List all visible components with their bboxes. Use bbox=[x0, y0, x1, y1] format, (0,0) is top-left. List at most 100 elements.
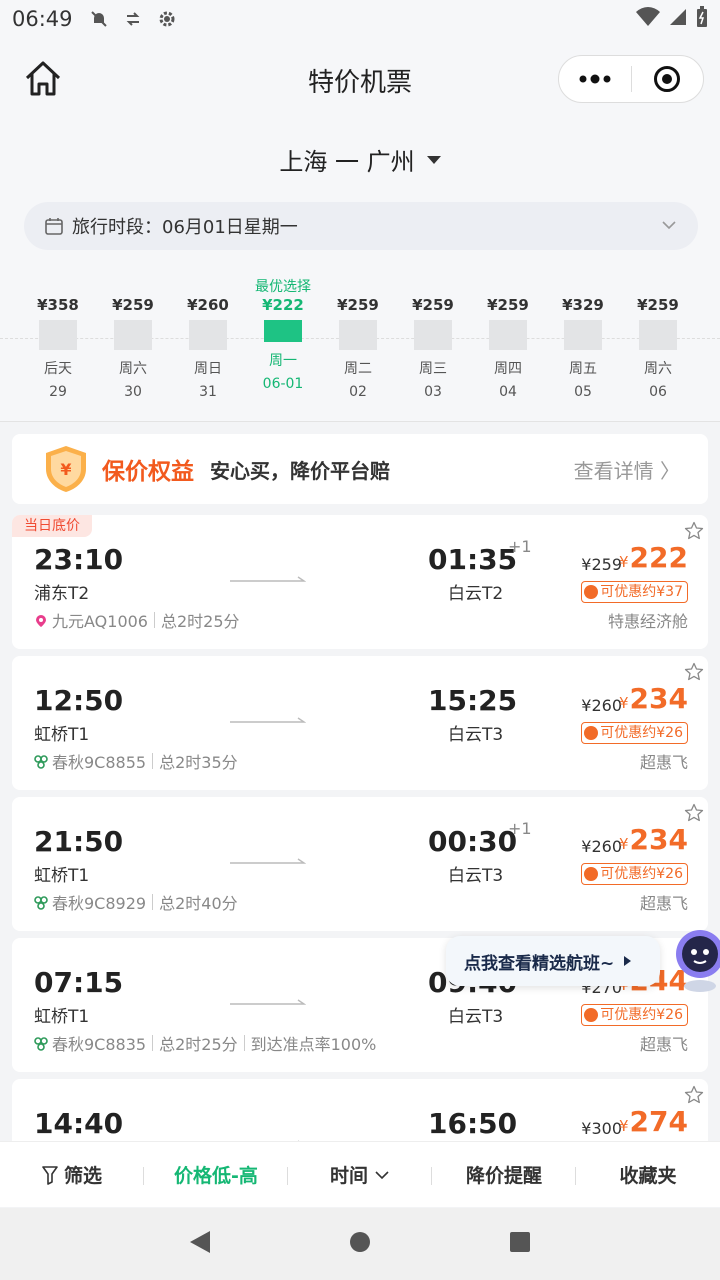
original-price: ¥260 bbox=[581, 696, 622, 715]
recents-icon[interactable] bbox=[508, 1230, 532, 1258]
meta-divider bbox=[153, 612, 155, 628]
departure-time: 12:50 bbox=[34, 684, 124, 717]
discount-label: 可优惠约¥37 bbox=[600, 584, 683, 600]
on-time-rate: 到达准点率100% bbox=[250, 1035, 377, 1054]
star-icon[interactable] bbox=[684, 521, 704, 541]
assistant-robot-icon[interactable] bbox=[670, 924, 720, 994]
airline-logo-icon bbox=[34, 613, 48, 627]
meta-divider bbox=[152, 1035, 154, 1051]
close-target-icon[interactable] bbox=[632, 55, 704, 103]
airline-flight-no: 春秋9C8835 bbox=[52, 1035, 147, 1054]
yen-symbol: ¥ bbox=[619, 694, 629, 712]
flight-arrow-icon bbox=[230, 1131, 306, 1141]
price-bar bbox=[564, 320, 602, 350]
yen-symbol: ¥ bbox=[619, 553, 629, 571]
price-bar bbox=[264, 320, 302, 342]
featured-flights-bubble[interactable]: 点我查看精选航班~ bbox=[446, 936, 660, 986]
notification-off-icon bbox=[87, 9, 111, 29]
flight-card[interactable]: 当日底价 23:10 浦东T2 01:35 +1 白云T2 九元AQ1006 总2时25分 ¥2… bbox=[12, 515, 708, 649]
funnel-icon bbox=[42, 1165, 58, 1185]
android-navigation-bar bbox=[0, 1208, 720, 1280]
sort-time-label: 时间 bbox=[329, 1165, 368, 1187]
promo-detail-link[interactable]: 查看详情 〉 bbox=[574, 455, 680, 484]
favorites-button[interactable]: 收藏夹 bbox=[576, 1161, 720, 1188]
sort-time-button[interactable]: 时间 bbox=[288, 1161, 432, 1188]
date-cell[interactable]: ¥260 周日 31 bbox=[171, 296, 245, 400]
date-price: ¥259 bbox=[487, 296, 529, 314]
original-price: ¥259 bbox=[581, 555, 622, 574]
flight-duration: 总2时25分 bbox=[160, 612, 240, 631]
next-day-marker: +1 bbox=[508, 819, 532, 838]
departure-airport: 虹桥T1 bbox=[34, 725, 90, 745]
date-cell-selected[interactable]: 最优选择 ¥222 周一 06-01 bbox=[246, 279, 320, 392]
bolt-icon bbox=[584, 726, 599, 740]
original-price: ¥260 bbox=[581, 837, 622, 856]
date-cell[interactable]: ¥259 周三 03 bbox=[396, 296, 470, 400]
date-cell[interactable]: ¥259 周二 02 bbox=[321, 296, 395, 400]
current-price-value: 234 bbox=[629, 823, 688, 856]
arrival-airport: 白云T2 bbox=[448, 584, 504, 604]
promo-title: 保价权益 bbox=[102, 459, 194, 485]
price-bar bbox=[39, 320, 77, 350]
airline-logo-icon bbox=[34, 895, 48, 910]
favorites-label: 收藏夹 bbox=[619, 1165, 677, 1187]
airline-logo-icon bbox=[34, 754, 48, 769]
star-icon[interactable] bbox=[684, 1085, 704, 1105]
current-price: ¥234 bbox=[619, 823, 688, 856]
bubble-label: 点我查看精选航班~ bbox=[464, 953, 615, 974]
back-icon[interactable] bbox=[188, 1229, 212, 1259]
bolt-icon bbox=[584, 585, 599, 599]
date-price: ¥259 bbox=[112, 296, 154, 314]
flight-card[interactable]: 14:40 16:50 ¥300 ¥274 bbox=[12, 1079, 708, 1141]
flight-arrow-icon bbox=[230, 849, 307, 864]
more-icon[interactable] bbox=[559, 55, 631, 103]
route-selector[interactable]: 上海 一 广州 bbox=[0, 142, 720, 177]
price-bar bbox=[189, 320, 227, 350]
date-cell[interactable]: ¥259 周四 04 bbox=[471, 296, 545, 400]
date-cell[interactable]: ¥358 后天 29 bbox=[21, 296, 95, 400]
price-protection-banner[interactable]: ¥ 保价权益 安心买，降价平台赔 查看详情 〉 bbox=[12, 434, 708, 504]
filter-button[interactable]: 筛选 bbox=[0, 1161, 144, 1188]
flight-arrow-icon bbox=[230, 990, 307, 1005]
current-price-value: 234 bbox=[629, 682, 688, 715]
date-weekday: 周四 bbox=[494, 361, 522, 377]
route-area: 上海 一 广州 旅行时段：06月01日星期一 bbox=[0, 120, 720, 262]
sort-price-button[interactable]: 价格低-高 bbox=[144, 1161, 288, 1188]
flight-card[interactable]: 12:50 虹桥T1 15:25 白云T3 春秋9C8855 总2时35分 ¥260 ¥234… bbox=[12, 656, 708, 790]
wifi-icon bbox=[636, 6, 660, 32]
date-cell[interactable]: ¥329 周五 05 bbox=[546, 296, 620, 400]
signal-icon bbox=[668, 7, 688, 32]
flight-duration: 总2时40分 bbox=[159, 894, 238, 913]
sort-filter-toolbar: 筛选 价格低-高 时间 降价提醒 收藏夹 bbox=[0, 1141, 720, 1207]
flight-card[interactable]: 21:50 虹桥T1 00:30 +1 白云T3 春秋9C8929 总2时40分 ¥260 ¥2… bbox=[12, 797, 708, 931]
flight-meta: 春秋9C8835 总2时25分 到达准点率100% bbox=[34, 1031, 376, 1055]
price-bar bbox=[489, 320, 527, 350]
airline-flight-no: 春秋9C8855 bbox=[52, 753, 147, 772]
price-bar bbox=[414, 320, 452, 350]
price-alert-button[interactable]: 降价提醒 bbox=[432, 1161, 576, 1188]
date-cell[interactable]: ¥259 周六 30 bbox=[96, 296, 170, 400]
home-circle-icon[interactable] bbox=[348, 1230, 372, 1258]
price-bar bbox=[114, 320, 152, 350]
travel-period-label: 旅行时段：06月01日星期一 bbox=[72, 217, 298, 238]
travel-period-selector[interactable]: 旅行时段：06月01日星期一 bbox=[24, 202, 698, 250]
date-price: ¥358 bbox=[37, 296, 79, 314]
cabin-class: 特惠经济舱 bbox=[607, 612, 688, 631]
departure-time: 23:10 bbox=[34, 543, 124, 576]
flight-arrow-icon bbox=[230, 567, 307, 582]
promo-subtitle: 安心买，降价平台赔 bbox=[210, 458, 390, 483]
yen-symbol: ¥ bbox=[619, 1117, 629, 1135]
status-time: 06:49 bbox=[12, 7, 73, 31]
date-cell[interactable]: ¥259 周六 06 bbox=[621, 296, 695, 400]
svg-text:¥: ¥ bbox=[60, 460, 71, 479]
flight-meta: 春秋9C8929 总2时40分 bbox=[34, 890, 238, 914]
discount-badge: 可优惠约¥26 bbox=[581, 1004, 688, 1026]
star-icon[interactable] bbox=[684, 662, 704, 682]
meta-divider bbox=[152, 894, 154, 910]
date-weekday: 周六 bbox=[119, 361, 147, 377]
top-bar: 特价机票 bbox=[0, 38, 720, 120]
date-weekday: 周二 bbox=[344, 361, 372, 377]
star-icon[interactable] bbox=[684, 803, 704, 823]
next-day-marker: +1 bbox=[508, 537, 532, 556]
arrival-airport: 白云T3 bbox=[448, 725, 504, 745]
